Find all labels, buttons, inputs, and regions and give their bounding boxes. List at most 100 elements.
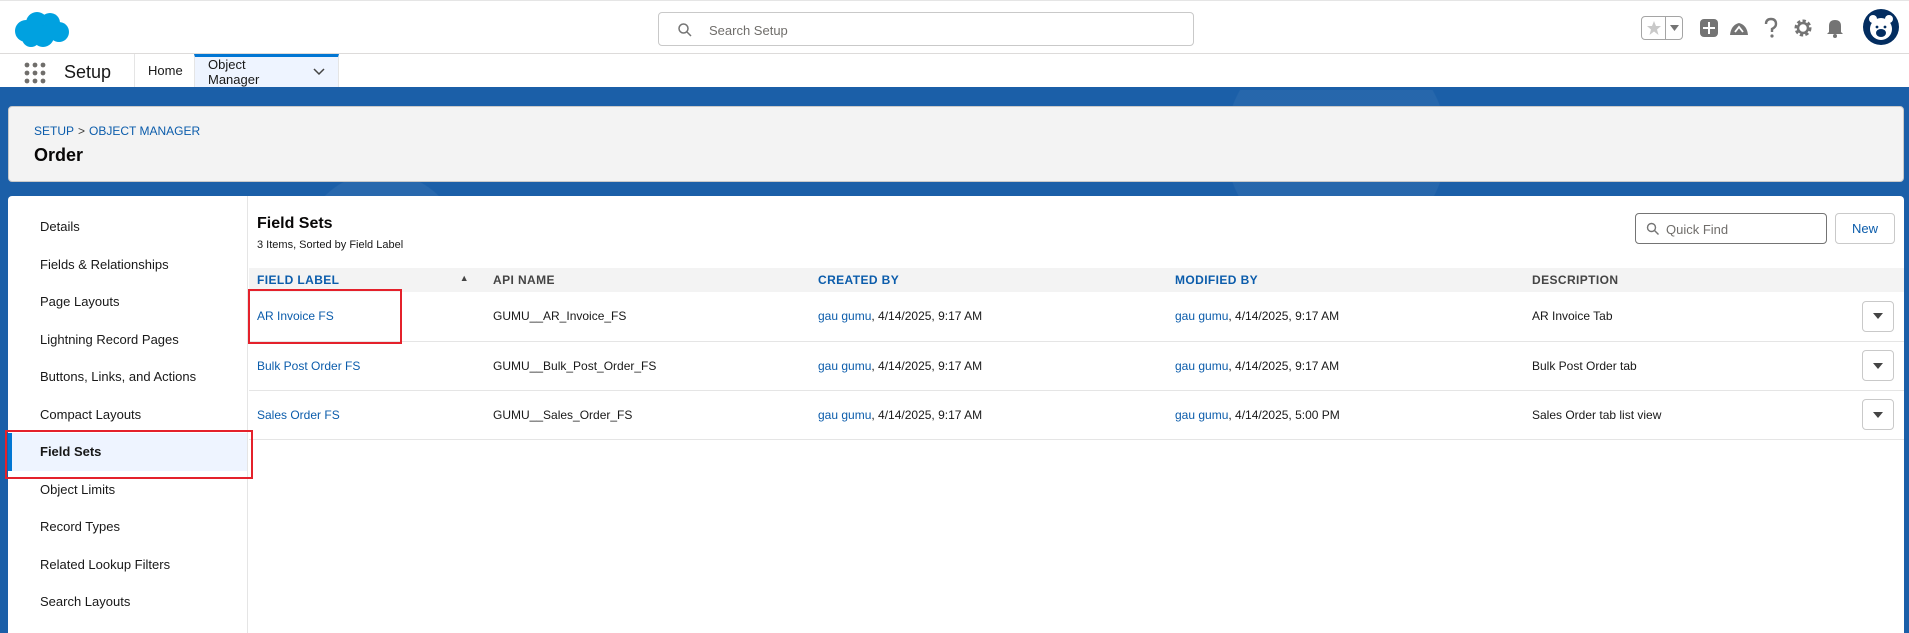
breadcrumb-separator: > (78, 124, 86, 138)
modified-by-cell: gau gumu, 4/14/2025, 5:00 PM (1167, 390, 1524, 439)
created-date: , 4/14/2025, 9:17 AM (871, 309, 983, 324)
description-cell: AR Invoice Tab (1532, 309, 1613, 324)
sidebar-item-label: Fields & Relationships (40, 256, 169, 272)
main-panel: Details Fields & Relationships Page Layo… (8, 196, 1904, 633)
api-name-cell: GUMU__Sales_Order_FS (493, 407, 633, 422)
favorites-dropdown-icon[interactable] (1665, 17, 1682, 39)
row-actions-dropdown-icon[interactable] (1862, 399, 1894, 430)
sidebar-item-compact-layouts[interactable]: Compact Layouts (8, 396, 247, 434)
sidebar-item-object-limits[interactable]: Object Limits (8, 471, 247, 509)
modified-by-user-link[interactable]: gau gumu (1175, 309, 1228, 323)
sidebar-item-label: Record Types (40, 519, 120, 535)
table-header-row: FIELD LABEL ▲ API NAME CREATED BY MODIFIE… (249, 268, 1904, 292)
sidebar: Details Fields & Relationships Page Layo… (8, 196, 248, 633)
sidebar-item-label: Object Limits (40, 481, 116, 497)
gear-icon[interactable] (1791, 16, 1815, 40)
context-bar: Setup Home Object Manager (0, 54, 1909, 90)
sidebar-item-label: Page Layouts (40, 294, 120, 310)
quick-find[interactable] (1635, 213, 1827, 244)
column-header-api-name: API NAME (485, 268, 810, 292)
modified-by-user-link[interactable]: gau gumu (1175, 408, 1228, 422)
created-by-cell: gau gumu, 4/14/2025, 9:17 AM (810, 341, 1167, 390)
notification-bell-icon[interactable] (1823, 16, 1847, 40)
column-header-label: API NAME (493, 273, 555, 287)
created-by-user-link[interactable]: gau gumu (818, 309, 871, 323)
created-by-user-link[interactable]: gau gumu (818, 359, 871, 373)
trailhead-icon[interactable] (1727, 16, 1751, 40)
modified-by-user-link[interactable]: gau gumu (1175, 359, 1228, 373)
quick-find-input[interactable] (1666, 220, 1816, 238)
sidebar-item-label: Field Sets (40, 444, 102, 460)
modified-by-cell: gau gumu, 4/14/2025, 9:17 AM (1167, 341, 1524, 390)
table-row: AR Invoice FS GUMU__AR_Invoice_FS gau gu… (249, 292, 1904, 341)
created-by-user-link[interactable]: gau gumu (818, 408, 871, 422)
table-row: Sales Order FS GUMU__Sales_Order_FS gau … (249, 390, 1904, 439)
sidebar-item-details[interactable]: Details (8, 208, 247, 246)
sidebar-item-buttons-links-actions[interactable]: Buttons, Links, and Actions (8, 358, 247, 396)
created-by-cell: gau gumu, 4/14/2025, 9:17 AM (810, 390, 1167, 439)
sidebar-item-label: Buttons, Links, and Actions (40, 369, 197, 385)
breadcrumb-setup[interactable]: SETUP (34, 124, 74, 138)
created-by-cell: gau gumu, 4/14/2025, 9:17 AM (810, 292, 1167, 341)
new-button[interactable]: New (1835, 213, 1895, 244)
modified-date: , 4/14/2025, 9:17 AM (1228, 309, 1340, 324)
favorites-button[interactable] (1641, 16, 1683, 40)
sidebar-item-related-lookup-filters[interactable]: Related Lookup Filters (8, 546, 247, 584)
tab-object-manager[interactable]: Object Manager (194, 54, 339, 87)
api-name-cell: GUMU__Bulk_Post_Order_FS (493, 358, 657, 373)
column-header-created-by[interactable]: CREATED BY (810, 268, 1167, 292)
modified-date: , 4/14/2025, 9:17 AM (1228, 358, 1340, 373)
help-icon[interactable] (1759, 16, 1783, 40)
column-header-field-label[interactable]: FIELD LABEL ▲ (249, 268, 485, 292)
column-header-label: MODIFIED BY (1175, 273, 1259, 287)
tab-object-manager-label: Object Manager (208, 57, 260, 87)
created-date: , 4/14/2025, 9:17 AM (871, 358, 983, 373)
chevron-down-icon[interactable] (313, 68, 325, 76)
sidebar-item-label: Search Layouts (40, 594, 131, 610)
global-search-input[interactable] (709, 20, 1179, 40)
field-label-link[interactable]: Sales Order FS (257, 408, 340, 422)
sidebar-item-page-layouts[interactable]: Page Layouts (8, 283, 247, 321)
sort-ascending-icon: ▲ (459, 273, 469, 283)
user-avatar[interactable] (1863, 9, 1899, 45)
sidebar-item-label: Details (40, 219, 80, 235)
breadcrumb: SETUP > OBJECT MANAGER (34, 124, 200, 138)
global-header (0, 0, 1909, 54)
field-sets-content: Field Sets 3 Items, Sorted by Field Labe… (249, 196, 1904, 633)
field-label-link[interactable]: Bulk Post Order FS (257, 359, 360, 373)
app-launcher-icon[interactable] (24, 62, 46, 84)
page-header: SETUP > OBJECT MANAGER Order (8, 106, 1904, 182)
app-name: Setup (64, 62, 112, 82)
column-header-actions (1854, 268, 1904, 292)
column-header-label: FIELD LABEL (257, 273, 340, 287)
row-actions-dropdown-icon[interactable] (1862, 300, 1894, 332)
description-cell: Bulk Post Order tab (1532, 358, 1637, 373)
section-subtitle: 3 Items, Sorted by Field Label (257, 239, 404, 251)
page-title: Order (34, 145, 84, 165)
row-actions-dropdown-icon[interactable] (1862, 350, 1894, 381)
sidebar-item-label: Compact Layouts (40, 406, 142, 422)
sidebar-item-search-layouts[interactable]: Search Layouts (8, 583, 247, 621)
sidebar-item-field-sets[interactable]: Field Sets (8, 433, 247, 471)
star-icon[interactable] (1642, 17, 1665, 39)
field-label-link[interactable]: AR Invoice FS (257, 309, 334, 323)
tab-home-label: Home (148, 63, 183, 78)
column-header-description: DESCRIPTION (1524, 268, 1854, 292)
sidebar-item-fields-relationships[interactable]: Fields & Relationships (8, 246, 247, 284)
breadcrumb-object-manager[interactable]: OBJECT MANAGER (89, 124, 200, 138)
created-date: , 4/14/2025, 9:17 AM (871, 407, 983, 422)
sidebar-item-record-types[interactable]: Record Types (8, 508, 247, 546)
column-header-label: DESCRIPTION (1532, 273, 1619, 287)
column-header-modified-by[interactable]: MODIFIED BY (1167, 268, 1524, 292)
column-header-label: CREATED BY (818, 273, 900, 287)
global-search[interactable] (658, 12, 1194, 46)
sidebar-item-label: Related Lookup Filters (40, 556, 171, 572)
field-sets-table: FIELD LABEL ▲ API NAME CREATED BY MODIFIE… (249, 268, 1904, 440)
table-row: Bulk Post Order FS GUMU__Bulk_Post_Order… (249, 341, 1904, 390)
search-icon (1646, 222, 1660, 239)
salesforce-logo-icon[interactable] (10, 9, 70, 49)
sidebar-item-lightning-record-pages[interactable]: Lightning Record Pages (8, 321, 247, 359)
add-icon[interactable] (1697, 16, 1721, 40)
tab-home[interactable]: Home (134, 54, 194, 87)
modified-date: , 4/14/2025, 5:00 PM (1228, 407, 1340, 422)
